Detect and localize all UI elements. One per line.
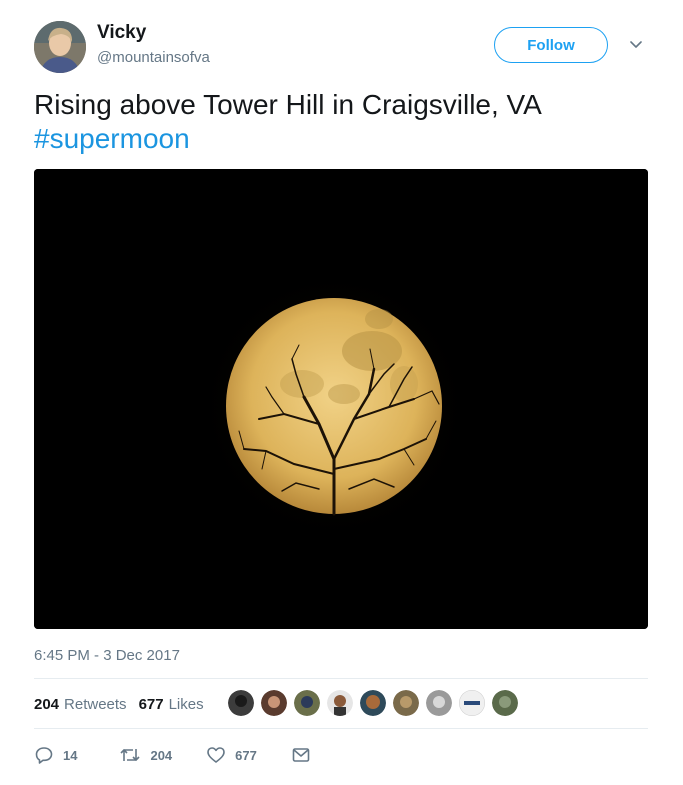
like-button[interactable]: 677 [206,745,257,765]
tweet-actions: 14 204 677 [34,742,311,768]
liker-avatar[interactable] [426,690,452,716]
retweets-count[interactable]: 204 [34,696,59,713]
retweet-count: 204 [150,747,173,763]
follow-button[interactable]: Follow [494,27,608,63]
liker-avatar[interactable] [228,690,254,716]
likes-label[interactable]: Likes [169,696,204,713]
likes-count[interactable]: 677 [139,696,164,713]
reply-count: 14 [63,747,78,763]
retweet-button[interactable]: 204 [119,745,172,765]
liker-avatar[interactable] [360,690,386,716]
reply-button[interactable]: 14 [34,745,77,765]
envelope-icon [292,748,310,762]
tweet-body: Rising above Tower Hill in Craigsville, … [34,89,542,120]
divider [34,678,648,679]
liker-avatar[interactable] [492,690,518,716]
liker-avatar[interactable] [459,690,485,716]
message-button[interactable] [291,745,311,765]
profile-photo [34,21,86,73]
hashtag-link[interactable]: #supermoon [34,122,654,156]
user-handle[interactable]: @mountainsofva [97,49,210,66]
liker-avatar[interactable] [294,690,320,716]
chevron-down-icon[interactable] [627,38,645,52]
divider [34,728,648,729]
retweet-icon [120,749,141,761]
like-count: 677 [235,747,257,763]
liker-avatar[interactable] [393,690,419,716]
liker-avatar[interactable] [261,690,287,716]
reply-icon [35,747,53,764]
tweet-timestamp[interactable]: 6:45 PM - 3 Dec 2017 [34,647,180,664]
user-name[interactable]: Vicky [97,22,146,44]
avatar[interactable] [34,21,86,73]
heart-icon [207,747,225,763]
tweet-text: Rising above Tower Hill in Craigsville, … [34,88,654,156]
liker-avatars [228,690,525,716]
tweet-stats: 204 Retweets 677 Likes [34,692,204,716]
moon-photo [34,169,648,629]
liker-avatar[interactable] [327,690,353,716]
retweets-label[interactable]: Retweets [64,696,127,713]
tweet-photo[interactable] [34,169,648,629]
